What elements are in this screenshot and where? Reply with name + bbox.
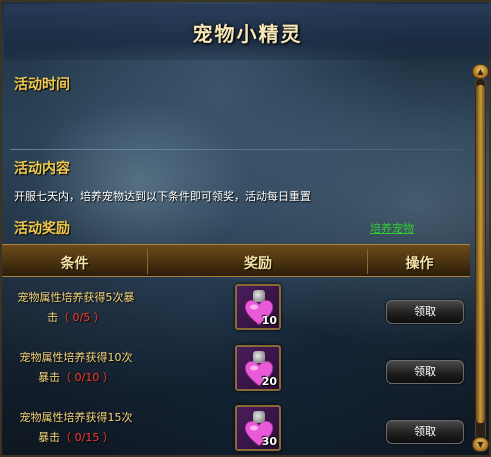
reward-quantity: 20 [261,375,277,388]
condition-text: 宠物属性培养获得15次 暴击（ 0/15 ） [6,408,146,448]
table-row: 宠物属性培养获得15次 暴击（ 0/15 ） 30 领取 [2,402,470,457]
claim-button[interactable]: 领取 [386,360,464,384]
condition-line-2: 暴击（ 0/10 ） [6,368,146,388]
reward-quantity: 10 [261,314,277,327]
reward-item-slot[interactable]: 30 [235,405,281,451]
condition-text: 宠物属性培养获得10次 暴击（ 0/10 ） [6,348,146,388]
header-action: 操作 [405,256,434,272]
potion-cap-icon [253,351,265,363]
condition-line: 暴击 [38,431,61,444]
reward-quantity: 30 [261,435,277,448]
table-row: 宠物属性培养获得5次暴 击（ 0/5 ） 10 领取 [2,282,470,342]
condition-line: 宠物属性培养获得5次暴 [17,291,135,304]
train-pet-link[interactable]: 培养宠物 [370,220,414,236]
arrow-up-icon[interactable]: ▲ [472,64,489,79]
potion-cap-icon [253,411,265,423]
scrollbar[interactable]: ▲ ▼ [472,64,489,454]
header-divider [367,249,368,274]
reward-item-slot[interactable]: 10 [235,284,281,330]
progress-count: （ 0/10 ） [60,371,114,384]
claim-button[interactable]: 领取 [386,300,464,324]
reward-item-slot[interactable]: 20 [235,345,281,391]
section-divider [10,149,465,150]
condition-line: 宠物属性培养获得15次 [19,411,133,424]
window-title: 宠物小精灵 [192,22,303,46]
condition-line: 宠物属性培养获得10次 [19,351,133,364]
condition-line: 暴击 [38,371,61,384]
pet-event-panel: 宠物小精灵 活动时间 活动内容 开服七天内，培养宠物达到以下条件即可领奖，活动每… [0,0,491,457]
condition-line: 击 [47,311,59,324]
activity-reward-label: 活动奖励 [14,221,70,237]
activity-content-label: 活动内容 [14,161,70,177]
potion-cap-icon [253,290,265,302]
table-row: 宠物属性培养获得10次 暴击（ 0/10 ） 20 领取 [2,342,470,402]
condition-line-2: 击（ 0/5 ） [6,308,146,328]
header-condition: 条件 [60,256,89,272]
header-divider [147,249,148,274]
claim-button[interactable]: 领取 [386,420,464,444]
header-reward: 奖励 [244,256,272,272]
condition-text: 宠物属性培养获得5次暴 击（ 0/5 ） [6,288,146,328]
progress-count: （ 0/15 ） [60,431,114,444]
reward-table-header: 条件 奖励 操作 [2,244,470,277]
scroll-thumb[interactable] [475,84,486,424]
condition-line-2: 暴击（ 0/15 ） [6,428,146,448]
progress-count: （ 0/5 ） [58,311,105,324]
activity-time-label: 活动时间 [14,77,70,93]
activity-description: 开服七天内，培养宠物达到以下条件即可领奖，活动每日重置 [14,190,311,203]
arrow-down-icon[interactable]: ▼ [472,437,489,452]
